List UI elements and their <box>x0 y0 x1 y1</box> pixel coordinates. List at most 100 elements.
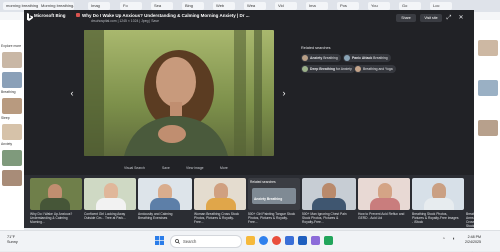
page-title[interactable]: Why Do I Wake Up Anxious? Understanding … <box>82 13 250 18</box>
browser-tab[interactable]: Sea <box>151 2 173 10</box>
chip-text: for Anxiety <box>335 67 352 71</box>
close-icon[interactable]: ✕ <box>457 14 465 22</box>
chip-thumbnail <box>355 66 361 72</box>
visit-site-button[interactable]: Visit site <box>420 14 442 22</box>
search-label: Search <box>183 239 197 244</box>
browser-tab[interactable]: Wea <box>244 2 266 10</box>
carousel-thumbnail[interactable] <box>358 178 410 210</box>
browser-tab[interactable]: Pos <box>337 2 359 10</box>
browser-tab[interactable]: Ima <box>306 2 328 10</box>
save-action[interactable]: Save <box>162 166 170 170</box>
clock-time: 2:48 PM <box>467 235 481 239</box>
share-button[interactable]: Share <box>396 14 416 22</box>
visit-site-label: Visit site <box>424 16 438 20</box>
browser-tab[interactable]: Imag <box>88 2 110 10</box>
expand-icon[interactable]: ⤢ <box>445 14 453 22</box>
main-image[interactable] <box>84 30 274 156</box>
background-thumbnail[interactable] <box>2 124 22 140</box>
background-thumbnail[interactable] <box>2 150 22 166</box>
background-thumbnail[interactable] <box>2 170 22 186</box>
chip-thumbnail <box>344 55 350 61</box>
background-thumbnail[interactable] <box>478 120 498 136</box>
chip-thumbnail <box>302 55 308 61</box>
excel-icon[interactable] <box>324 236 333 245</box>
chip-thumbnail <box>302 66 308 72</box>
chip-text: Breathing <box>372 56 388 60</box>
background-thumbnail[interactable] <box>2 72 22 88</box>
carousel-thumbnail[interactable] <box>302 178 356 210</box>
chip-bold: Anxiety <box>310 56 323 60</box>
related-search-chip[interactable]: Anxiety Breathing <box>301 54 341 62</box>
image-viewer-overlay: Microsoft Bing Why Do I Wake Up Anxious?… <box>24 10 474 175</box>
background-thumbnail[interactable] <box>2 98 22 114</box>
related-searches-tile-sub: Anxiety Breathing <box>254 197 283 201</box>
chip-bold: Panic Attack <box>352 56 373 60</box>
site-name[interactable]: Microsoft Bing <box>34 13 66 18</box>
visual-search-action[interactable]: Visual Search <box>124 166 145 170</box>
word-icon[interactable] <box>298 236 307 245</box>
thumbnail-caption[interactable]: Why Do I Wake Up Anxious? Understanding … <box>30 212 78 224</box>
chrome-browser-icon[interactable] <box>272 236 281 245</box>
view-image-action[interactable]: View image <box>186 166 203 170</box>
related-searches-heading: Related searches <box>301 46 331 50</box>
thumbnail-caption[interactable]: Conficent Girl Looking Away Outside Cm..… <box>84 212 132 220</box>
browser-tab[interactable]: Loc <box>430 2 452 10</box>
related-search-chip[interactable]: Breathing and Yoga <box>354 65 396 73</box>
next-image-icon[interactable]: › <box>280 88 288 98</box>
related-search-chip[interactable]: Deep Breathing for Anxiety <box>301 65 355 73</box>
wifi-icon[interactable]: ◔ <box>442 236 445 242</box>
chip-bold: Deep Breathing <box>310 67 336 71</box>
thumbnail-caption[interactable]: How to Prevent Acid Reflux and GERD - Ac… <box>358 212 406 220</box>
browser-tab[interactable]: You <box>368 2 390 10</box>
side-label: Breathing <box>1 90 16 94</box>
more-action[interactable]: More <box>220 166 228 170</box>
browser-tab[interactable]: Fo <box>120 2 142 10</box>
clock-date: 2/24/2025 <box>465 240 481 244</box>
thumbnail-caption[interactable]: Woman Breathing Cross Stock Photos, Pict… <box>194 212 242 224</box>
browser-tab[interactable]: Vid <box>275 2 297 10</box>
background-thumbnail[interactable] <box>478 40 498 56</box>
browser-tab[interactable]: morning breathing anxi... <box>3 2 39 10</box>
taskbar-search-box[interactable]: Search <box>170 235 242 248</box>
search-icon <box>175 239 180 244</box>
weather-widget[interactable]: 71°F Sunny <box>7 235 18 245</box>
volume-icon[interactable]: ◖ <box>452 236 455 242</box>
carousel-thumbnail[interactable] <box>30 178 82 210</box>
weather-desc: Sunny <box>7 240 18 244</box>
file-explorer-icon[interactable] <box>246 236 255 245</box>
related-search-chip[interactable]: Panic Attack Breathing <box>343 54 391 62</box>
carousel-thumbnail[interactable] <box>412 178 464 210</box>
thumbnail-caption[interactable]: 500+ Girl Painting Tongue Stock Photos, … <box>248 212 296 224</box>
chip-text: Breathing and Yoga <box>363 67 393 71</box>
image-source-info[interactable]: drsuhospital.com | 1245 × 1024 | Jpeg | … <box>91 19 159 23</box>
browser-tab[interactable]: Morning breathing... <box>38 2 74 10</box>
side-label: Explore more <box>1 44 22 48</box>
side-label: Sleep <box>1 116 10 120</box>
bing-logo-icon[interactable] <box>27 13 33 21</box>
browser-tab[interactable]: Web <box>213 2 235 10</box>
previous-image-icon[interactable]: ‹ <box>68 88 76 98</box>
background-right-column <box>474 20 500 230</box>
carousel-thumbnail[interactable] <box>84 178 136 210</box>
browser-tab[interactable]: Go <box>399 2 421 10</box>
background-thumbnail[interactable] <box>478 80 498 96</box>
teams-icon[interactable] <box>311 236 320 245</box>
browser-tab[interactable]: Bing <box>182 2 204 10</box>
woman-breathing-photo <box>84 30 274 156</box>
side-label: Anxiety <box>1 142 13 146</box>
chip-text: Breathing <box>322 56 338 60</box>
windows-taskbar: 71°F Sunny Search ◔ ◖ 2:48 PM 2/24/2025 <box>0 230 500 251</box>
background-sidebar: Explore more Breathing Sleep Anxiety <box>0 20 24 230</box>
share-label: Share <box>401 16 411 20</box>
windows-start-icon[interactable] <box>155 236 164 245</box>
edge-browser-icon[interactable] <box>259 236 268 245</box>
carousel-thumbnail[interactable] <box>138 178 192 210</box>
related-images-carousel: Why Do I Wake Up Anxious? Understanding … <box>24 175 474 252</box>
carousel-thumbnail[interactable] <box>194 178 246 210</box>
thumbnail-caption[interactable]: Anxiousity and Calming Breathing Exercis… <box>138 212 186 220</box>
thumbnail-caption[interactable]: Breathing Stock Photos, Pictures & Royal… <box>412 212 460 224</box>
thumbnail-caption[interactable]: 500+ Man Ignoring Chest Pain Stock Photo… <box>302 212 350 224</box>
store-icon[interactable] <box>285 236 294 245</box>
background-thumbnail[interactable] <box>2 52 22 68</box>
system-clock[interactable]: 2:48 PM 2/24/2025 <box>465 235 481 245</box>
